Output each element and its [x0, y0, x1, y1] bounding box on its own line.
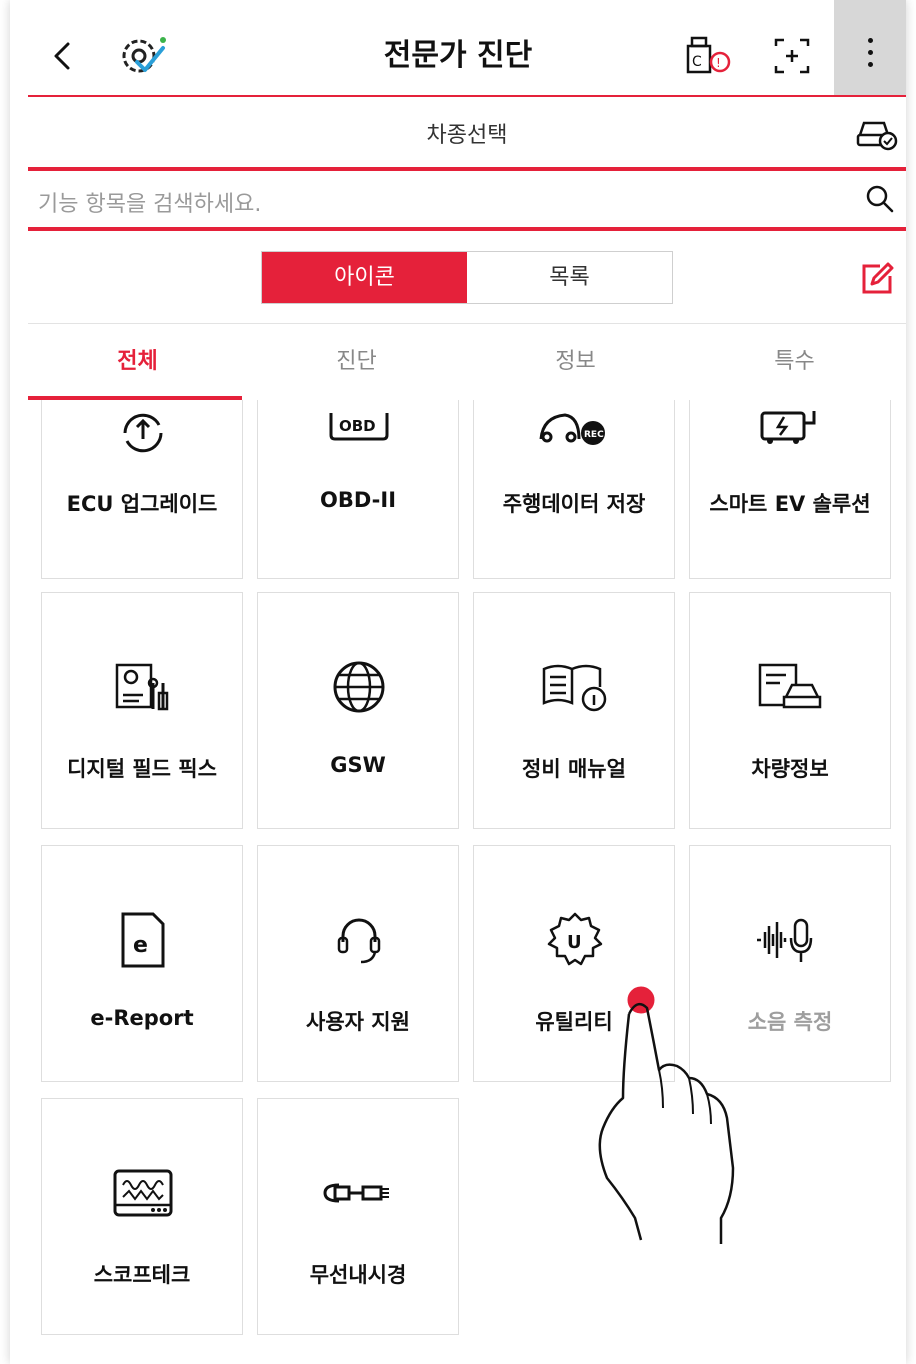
function-grid: ECU 업그레이드 OBD OBD-II REC 주행데이터 저장 스마트 EV…	[10, 400, 906, 1364]
icon-view-button[interactable]: 아이콘	[262, 252, 467, 303]
car-check-icon[interactable]	[854, 111, 898, 153]
tab-diagnosis[interactable]: 진단	[247, 324, 466, 400]
grid-item-e-report[interactable]: e e-Report	[41, 845, 243, 1082]
grid-item-label: 정비 매뉴얼	[522, 757, 626, 781]
capture-icon	[774, 38, 810, 74]
screen-capture-button[interactable]	[766, 32, 818, 80]
more-dot-icon	[868, 38, 873, 43]
list-view-button[interactable]: 목록	[467, 252, 672, 303]
sound-measure-icon	[757, 918, 813, 962]
grid-item-label: 사용자 지원	[306, 1010, 410, 1034]
svg-text:REC: REC	[584, 430, 604, 440]
grid-item-vehicle-info[interactable]: 차량정보	[689, 592, 891, 829]
search-icon[interactable]	[864, 183, 896, 215]
grid-item-field-fix[interactable]: 디지털 필드 픽스	[41, 592, 243, 829]
vehicle-select-bar[interactable]: 차종선택	[28, 97, 906, 167]
tap-gesture-hand-icon	[598, 983, 735, 1244]
grid-item-label: 무선내시경	[309, 1263, 407, 1287]
header: 전문가 진단 C !	[10, 0, 906, 96]
grid-item-label: 디지털 필드 픽스	[67, 757, 217, 781]
grid-item-manual[interactable]: 정비 매뉴얼	[473, 592, 675, 829]
search-bar[interactable]: 기능 항목을 검색하세요.	[28, 171, 906, 227]
app-screen: 전문가 진단 C ! 차종선택 기능 항목을 검색하세요. 아이콘 목록 전체 …	[10, 0, 906, 1364]
view-toggle: 아이콘 목록	[261, 251, 673, 304]
grid-item-gsw[interactable]: GSW	[257, 592, 459, 829]
grid-item-obd[interactable]: OBD OBD-II	[257, 400, 459, 579]
category-tabs: 전체 진단 정보 특수	[28, 324, 906, 400]
svg-text:C: C	[692, 54, 702, 70]
grid-item-label: 스마트 EV 솔루션	[709, 492, 871, 516]
globe-icon	[333, 661, 385, 713]
grid-item-label: 주행데이터 저장	[502, 492, 646, 516]
dtc-button[interactable]: C !	[682, 32, 734, 80]
utility-gear-icon: U	[547, 912, 603, 966]
grid-item-user-support[interactable]: 사용자 지원	[257, 845, 459, 1082]
more-menu-button[interactable]	[834, 0, 906, 96]
search-input[interactable]: 기능 항목을 검색하세요.	[38, 186, 261, 218]
obd-icon: OBD	[329, 413, 389, 441]
grid-item-label: OBD-II	[319, 488, 397, 512]
grid-item-endoscope[interactable]: 무선내시경	[257, 1098, 459, 1335]
more-dot-icon	[868, 50, 873, 55]
edit-icon[interactable]	[858, 260, 896, 298]
tab-info[interactable]: 정보	[466, 324, 685, 400]
grid-item-label: 스코프테크	[93, 1263, 191, 1287]
vci-device-icon: C !	[686, 36, 731, 74]
more-dot-icon	[868, 62, 873, 67]
tab-special[interactable]: 특수	[685, 324, 904, 400]
vehicle-select-label: 차종선택	[426, 123, 508, 148]
tab-all[interactable]: 전체	[28, 324, 247, 400]
field-fix-icon	[115, 663, 169, 711]
chevron-left-icon	[54, 42, 70, 70]
search-bottom-border	[28, 227, 906, 231]
svg-text:e: e	[133, 933, 148, 958]
driving-record-icon: REC	[539, 413, 605, 445]
grid-item-label: 차량정보	[751, 757, 829, 781]
scope-icon	[113, 1169, 173, 1217]
vehicle-info-icon	[758, 663, 822, 709]
headset-icon	[337, 918, 381, 964]
grid-item-label: e-Report	[90, 1006, 194, 1030]
svg-text:U: U	[567, 932, 582, 953]
gear-check-logo-icon	[122, 37, 166, 73]
report-icon: e	[121, 912, 165, 968]
grid-item-smart-ev[interactable]: 스마트 EV 솔루션	[689, 400, 891, 579]
svg-text:OBD: OBD	[339, 417, 376, 435]
ecu-upgrade-icon	[123, 413, 163, 453]
grid-item-ecu-upgrade[interactable]: ECU 업그레이드	[41, 400, 243, 579]
grid-item-label: ECU 업그레이드	[66, 492, 218, 516]
ev-charger-icon	[760, 411, 816, 444]
grid-item-label: GSW	[330, 753, 386, 777]
endoscope-icon	[323, 1183, 389, 1203]
manual-icon	[542, 664, 607, 712]
back-button[interactable]	[48, 36, 78, 76]
grid-item-driving-record[interactable]: REC 주행데이터 저장	[473, 400, 675, 579]
svg-text:!: !	[716, 56, 721, 70]
grid-item-scope[interactable]: 스코프테크	[41, 1098, 243, 1335]
